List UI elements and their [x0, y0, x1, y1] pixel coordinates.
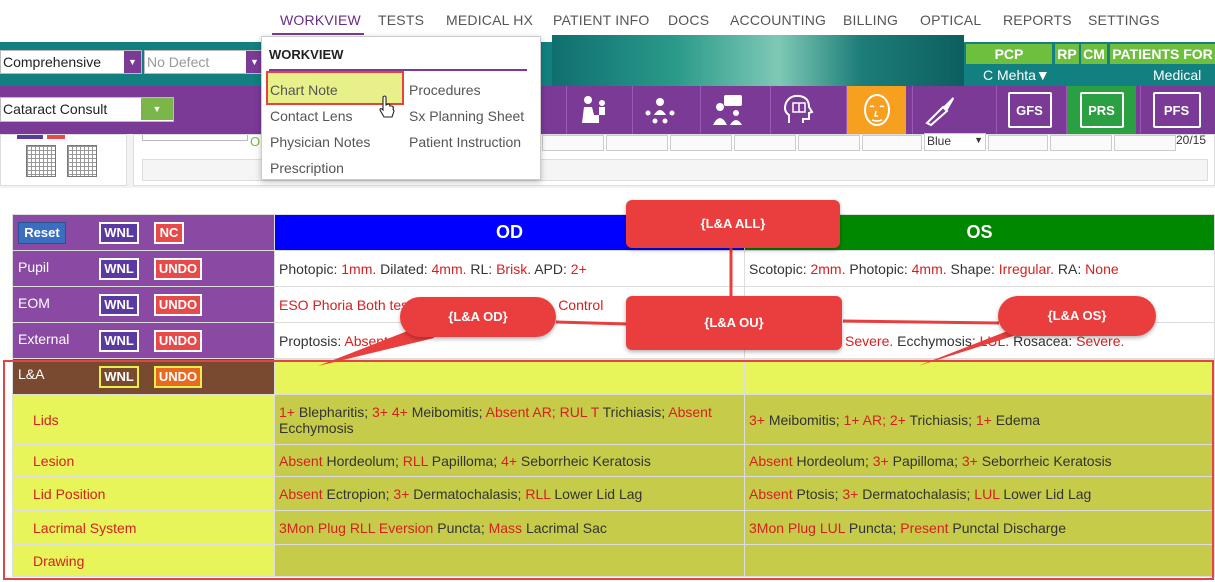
callout-la-od: {L&A OD}	[400, 297, 556, 337]
arrow-ou-right	[842, 319, 1000, 325]
menu-item-prescription[interactable]: Prescription	[270, 160, 344, 176]
callout-la-ou: {L&A OU}	[626, 296, 842, 350]
menu-item-contact-lens[interactable]: Contact Lens	[270, 108, 353, 124]
menu-item-physician-notes[interactable]: Physician Notes	[270, 134, 370, 150]
menu-item-sx-planning-sheet[interactable]: Sx Planning Sheet	[409, 108, 524, 124]
menu-item-chart-note[interactable]: Chart Note	[270, 82, 338, 98]
callout-la-all: {L&A ALL}	[626, 200, 840, 248]
workview-dropdown-menu: WORKVIEW Chart Note Contact Lens Physici…	[261, 36, 541, 180]
callout-la-os: {L&A OS}	[998, 296, 1156, 336]
hand-cursor-icon	[379, 95, 395, 118]
menu-item-procedures[interactable]: Procedures	[409, 82, 481, 98]
callout-arrows	[318, 245, 1032, 366]
menu-title: WORKVIEW	[269, 47, 344, 62]
menu-item-patient-instruction[interactable]: Patient Instruction	[409, 134, 521, 150]
arrow-ou-left	[555, 320, 628, 326]
